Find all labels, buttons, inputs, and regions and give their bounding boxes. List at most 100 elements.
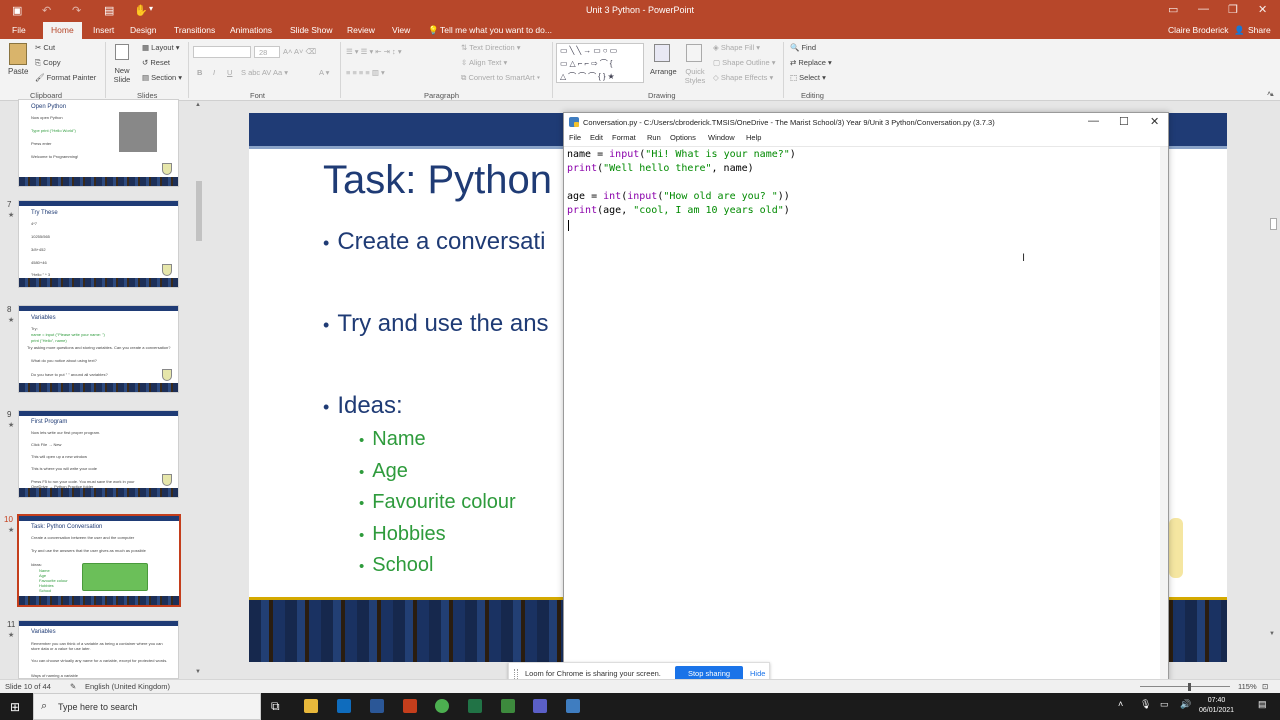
section-button[interactable]: ▤ Section ▾ xyxy=(142,73,182,82)
find-button[interactable]: 🔍 Find xyxy=(790,43,816,52)
align-text-button[interactable]: ⇳ Align Text ▾ xyxy=(461,58,507,67)
shape-fill-button[interactable]: ◈ Shape Fill ▾ xyxy=(713,43,760,52)
quick-styles-icon[interactable] xyxy=(686,44,702,62)
tab-insert[interactable]: Insert xyxy=(93,25,114,35)
maximize-icon[interactable]: ☐ xyxy=(1119,115,1129,128)
tab-home[interactable]: Home xyxy=(43,22,82,39)
outlook-icon[interactable] xyxy=(337,699,351,713)
font-size-box[interactable]: 28 xyxy=(254,46,280,58)
menu-run[interactable]: Run xyxy=(647,133,661,142)
new-slide-icon[interactable] xyxy=(115,44,129,60)
taskbar-clock[interactable]: 07:40 06/01/2021 xyxy=(1199,696,1234,716)
quick-styles-button[interactable]: Quick Styles xyxy=(684,67,706,85)
paste-icon[interactable] xyxy=(9,43,27,65)
slide-title[interactable]: Task: Python xyxy=(323,158,552,203)
idea-item[interactable]: • Age xyxy=(359,460,408,483)
tell-me-box[interactable]: Tell me what you want to do... xyxy=(440,25,552,35)
powerpoint-icon[interactable] xyxy=(403,699,417,713)
slide-thumbnail[interactable]: Try These 4*7 10255/565 3/8+452 4580+46 … xyxy=(18,200,179,288)
tab-animations[interactable]: Animations xyxy=(230,25,272,35)
canvas-scrollbar[interactable]: ▲ ▼ xyxy=(1267,92,1280,679)
slide-bullet[interactable]: • Try and use the ans xyxy=(323,310,549,338)
tab-file[interactable]: File xyxy=(12,25,26,35)
task-view-icon[interactable]: ⧉ xyxy=(271,699,280,714)
zoom-slider-thumb[interactable] xyxy=(1188,683,1191,691)
reset-button[interactable]: ↺ Reset xyxy=(142,58,170,67)
select-button[interactable]: ⬚ Select ▾ xyxy=(790,73,826,82)
scrollbar-thumb[interactable] xyxy=(196,181,202,241)
maximize-icon[interactable]: ❐ xyxy=(1228,3,1238,16)
editor-scrollbar[interactable] xyxy=(1160,147,1168,692)
volume-icon[interactable]: 🔊 xyxy=(1180,699,1191,710)
shapes-gallery[interactable]: ▭╲╲→▭○▭ ▭△⌐⌐⇨⌒{△⌒⌒⌒{}★ xyxy=(556,43,644,83)
replace-button[interactable]: ⇄ Replace ▾ xyxy=(790,58,832,67)
bold-button[interactable]: B xyxy=(197,68,202,77)
thumbnails-scrollbar[interactable]: ▲ ▼ xyxy=(193,101,205,679)
zoom-level[interactable]: 115% xyxy=(1238,682,1257,691)
idea-item[interactable]: • Favourite colour xyxy=(359,491,516,514)
italic-button[interactable]: I xyxy=(213,68,215,77)
fit-slide-icon[interactable]: ⊡ xyxy=(1262,682,1268,691)
windows-start-icon[interactable]: ⊞ xyxy=(10,700,20,714)
new-slide-button[interactable]: New Slide xyxy=(111,66,133,84)
arrange-button[interactable]: Arrange xyxy=(650,67,677,76)
python-idle-icon[interactable] xyxy=(566,699,580,713)
menu-options[interactable]: Options xyxy=(670,133,696,142)
text-direction-button[interactable]: ⇅ Text Direction ▾ xyxy=(461,43,521,52)
underline-button[interactable]: U xyxy=(227,68,232,77)
word-icon[interactable] xyxy=(370,699,384,713)
battery-icon[interactable]: ▭ xyxy=(1160,699,1169,710)
file-explorer-icon[interactable] xyxy=(304,699,318,713)
excel-icon[interactable] xyxy=(468,699,482,713)
close-icon[interactable]: ✕ xyxy=(1258,3,1267,16)
idle-title-bar[interactable]: Conversation.py - C:/Users/cbroderick.TM… xyxy=(564,113,1168,132)
taskbar-search-box[interactable]: ⌕ Type here to search xyxy=(33,693,261,720)
app-icon[interactable] xyxy=(501,699,515,713)
microphone-icon[interactable]: 🎙 xyxy=(1140,699,1151,710)
tab-design[interactable]: Design xyxy=(130,25,156,35)
slide-bullet[interactable]: • Ideas: xyxy=(323,392,403,420)
idle-editor-window[interactable]: Conversation.py - C:/Users/cbroderick.TM… xyxy=(563,112,1169,692)
scroll-down-icon[interactable]: ▼ xyxy=(195,669,201,675)
font-effects-icon[interactable]: S abc AV Aa ▾ xyxy=(241,68,288,77)
language-status[interactable]: English (United Kingdom) xyxy=(85,682,170,691)
close-icon[interactable]: ✕ xyxy=(1150,115,1159,128)
slide-bullet[interactable]: • Create a conversati xyxy=(323,228,545,256)
spellcheck-icon[interactable]: ✎ xyxy=(70,682,76,691)
slide-thumbnail-selected[interactable]: Task: Python Conversation Create a conve… xyxy=(17,514,181,607)
scroll-up-icon[interactable]: ▲ xyxy=(195,102,201,108)
tab-view[interactable]: View xyxy=(392,25,410,35)
drag-handle-icon[interactable] xyxy=(514,669,518,679)
hide-button[interactable]: Hide xyxy=(750,669,765,678)
font-name-box[interactable] xyxy=(193,46,251,58)
menu-edit[interactable]: Edit xyxy=(590,133,603,142)
list-buttons-icon[interactable]: ☰ ▾ ☰ ▾ ⇤ ⇥ ↕ ▾ xyxy=(346,47,402,56)
minimize-icon[interactable]: — xyxy=(1198,3,1209,15)
scroll-down-icon[interactable]: ▼ xyxy=(1269,631,1275,637)
menu-window[interactable]: Window xyxy=(708,133,735,142)
alignment-buttons-icon[interactable]: ≡ ≡ ≡ ≡ ▥ ▾ xyxy=(346,68,385,77)
tray-arrow-icon[interactable]: ˄ xyxy=(1118,699,1123,709)
idea-item[interactable]: • Name xyxy=(359,428,426,451)
convert-smartart-button[interactable]: ⧉ Convert to SmartArt ▾ xyxy=(461,73,540,83)
paste-button[interactable]: Paste xyxy=(8,67,28,76)
slide-thumbnail[interactable]: Variables Try: name = input ("Please wri… xyxy=(18,305,179,393)
tab-review[interactable]: Review xyxy=(347,25,375,35)
share-button[interactable]: Share xyxy=(1248,25,1271,35)
user-name[interactable]: Claire Broderick xyxy=(1168,25,1228,35)
code-editor[interactable]: name = input("Hi! What is your name?") p… xyxy=(564,146,1168,692)
cut-button[interactable]: ✂ Cut xyxy=(35,43,55,52)
scrollbar-thumb[interactable] xyxy=(1270,218,1277,230)
zoom-slider[interactable] xyxy=(1140,686,1230,687)
menu-file[interactable]: File xyxy=(569,133,581,142)
menu-format[interactable]: Format xyxy=(612,133,636,142)
scroll-up-icon[interactable]: ▲ xyxy=(1269,92,1275,98)
slide-thumbnail[interactable]: First Program Now lets write our first p… xyxy=(18,410,179,498)
share-icon[interactable]: 👤 xyxy=(1234,25,1245,36)
idea-item[interactable]: • School xyxy=(359,554,433,577)
menu-help[interactable]: Help xyxy=(746,133,761,142)
teams-icon[interactable] xyxy=(533,699,547,713)
slide-thumbnail[interactable]: Open Python Now open Python Type print (… xyxy=(18,99,179,187)
minimize-icon[interactable]: — xyxy=(1088,115,1099,127)
notifications-icon[interactable]: ▤ xyxy=(1258,699,1267,710)
